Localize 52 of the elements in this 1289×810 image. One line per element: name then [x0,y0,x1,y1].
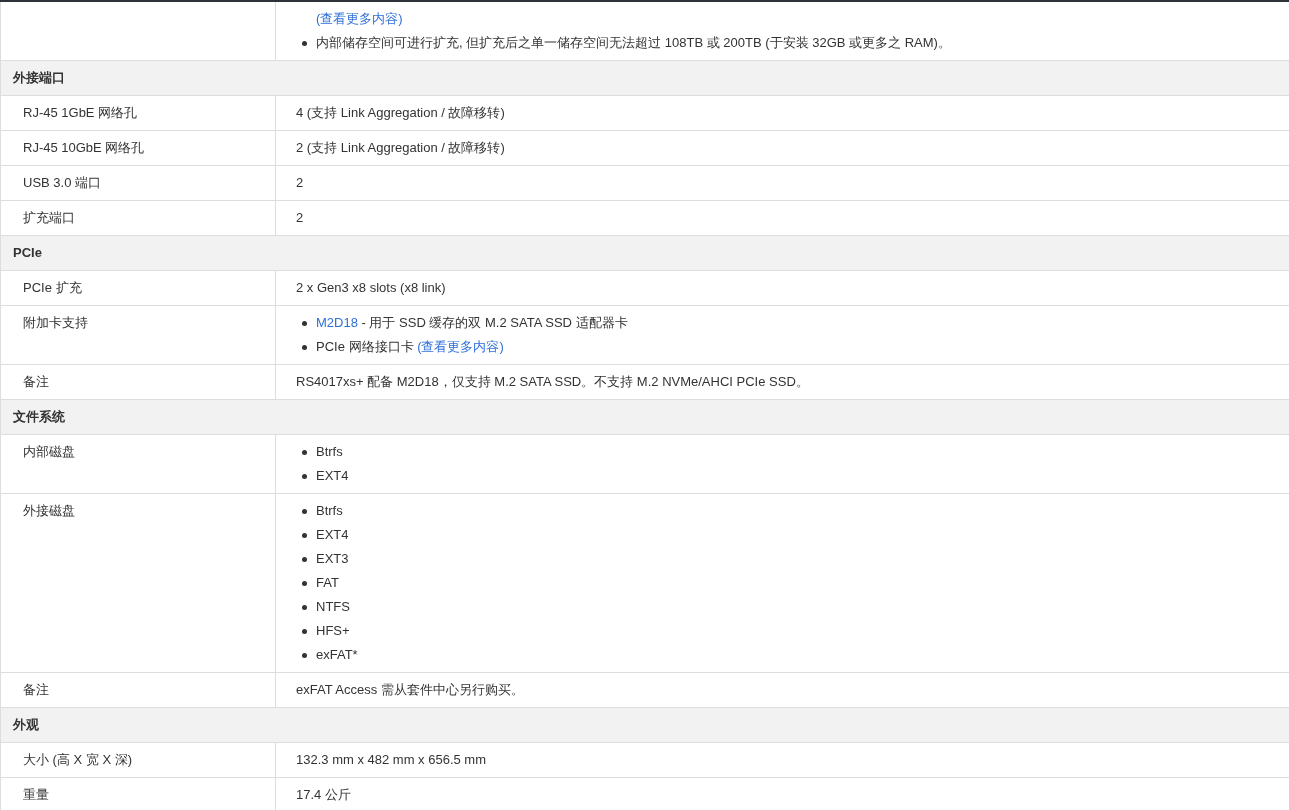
spec-label: 附加卡支持 [23,314,88,333]
spec-label: 外接磁盘 [23,502,75,521]
spec-value: 2 [296,209,304,228]
list-item: M2D18 - 用于 SSD 缓存的双 M.2 SATA SSD 适配器卡 [316,314,628,333]
spec-label: 备注 [23,681,49,700]
list-item: HFS+ [316,622,350,641]
bullet-icon [302,320,307,326]
spec-value: 2 (支持 Link Aggregation / 故障移转) [296,139,505,158]
bullet-icon [302,532,307,538]
more-link[interactable]: (查看更多内容) [316,9,403,29]
list-item: Btrfs [316,502,343,521]
spec-value: 132.3 mm x 482 mm x 656.5 mm [296,751,486,770]
list-item: EXT3 [316,550,349,569]
spec-label: RJ-45 10GbE 网络孔 [23,139,145,158]
bullet-icon [302,652,307,658]
bullet-icon [302,344,307,350]
section-heading: 文件系统 [13,408,65,427]
list-item: EXT4 [316,467,349,486]
bullet-icon [302,473,307,479]
list-item: Btrfs [316,443,343,462]
spec-value: RS4017xs+ 配备 M2D18，仅支持 M.2 SATA SSD。不支持 M.2 NVMe/AHCI PCIe SSD。 [296,373,809,392]
spec-value: 2 x Gen3 x8 slots (x8 link) [296,279,446,298]
list-item: exFAT* [316,646,358,665]
spec-label: 扩充端口 [23,209,75,228]
section-heading: PCIe [13,244,42,263]
bullet-icon [302,40,307,46]
list-item: 内部储存空间可进行扩充, 但扩充后之单一储存空间无法超过 108TB 或 200TB (于安装 32GB 或更多之 RAM)。 [316,34,951,53]
list-item: FAT [316,574,339,593]
spec-value: 4 (支持 Link Aggregation / 故障移转) [296,104,505,123]
section-heading: 外接端口 [13,69,65,88]
spec-label: 备注 [23,373,49,392]
bullet-icon [302,449,307,455]
spec-value: 2 [296,174,304,193]
spec-value: 17.4 公斤 [296,786,351,805]
link[interactable]: M2D18 [316,315,358,331]
bullet-icon [302,556,307,562]
list-item: EXT4 [316,526,349,545]
bullet-icon [302,580,307,586]
spec-label: 大小 (高 X 宽 X 深) [23,751,133,770]
spec-value: exFAT Access 需从套件中心另行购买。 [296,681,524,700]
bullet-icon [302,628,307,634]
spec-label: 重量 [23,786,49,805]
bullet-icon [302,604,307,610]
list-item: NTFS [316,598,350,617]
section-heading: 外观 [13,716,39,735]
spec-label: RJ-45 1GbE 网络孔 [23,104,138,123]
list-item: PCIe 网络接口卡 (查看更多内容) [316,338,504,357]
link[interactable]: (查看更多内容) [417,339,504,355]
spec-label: 内部磁盘 [23,443,75,462]
bullet-icon [302,508,307,514]
spec-label: USB 3.0 端口 [23,174,102,193]
spec-label: PCIe 扩充 [23,279,82,298]
